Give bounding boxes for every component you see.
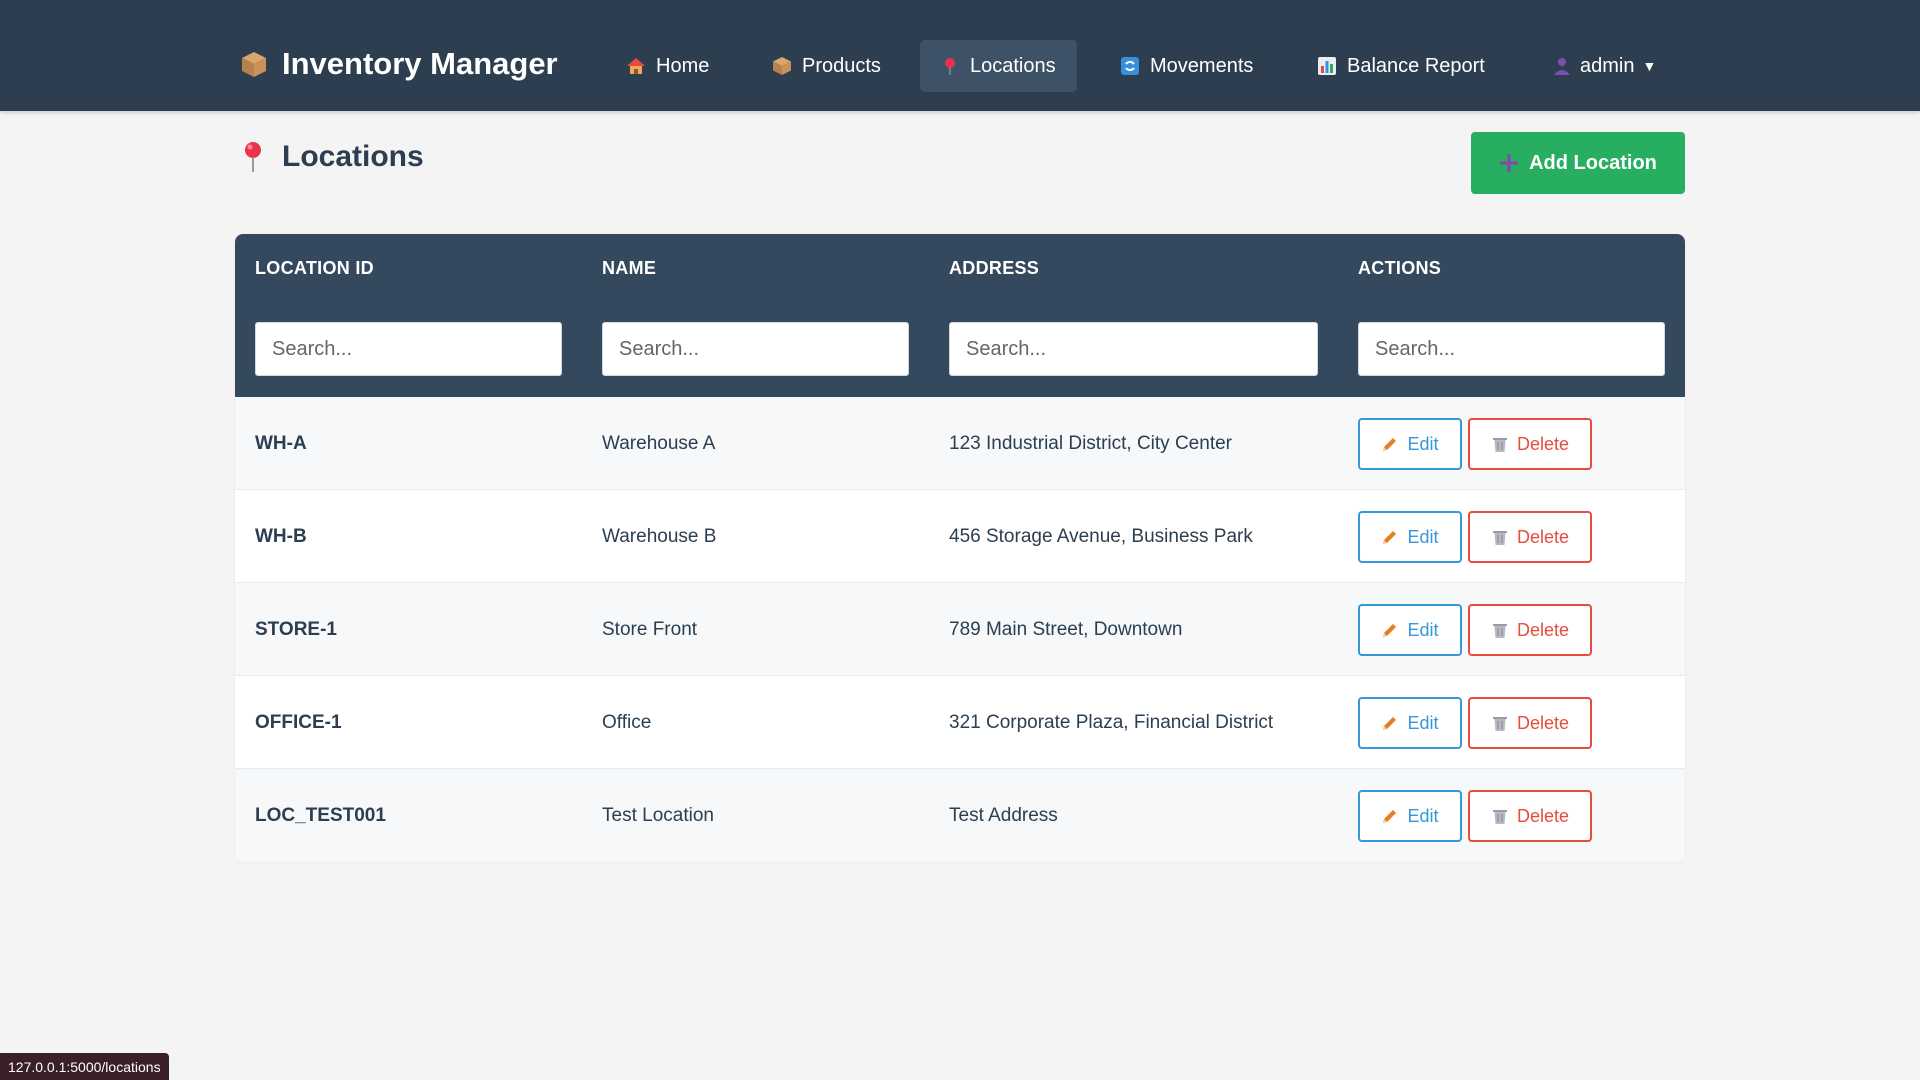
page-header: Locations — [240, 140, 424, 174]
cell-name: Office — [602, 711, 652, 733]
link-status-bar: 127.0.0.1:5000/locations — [0, 1053, 169, 1080]
cell-location-id: WH-A — [255, 432, 307, 454]
pencil-icon — [1383, 531, 1397, 544]
page-title: Locations — [282, 140, 424, 173]
edit-button[interactable]: Edit — [1358, 511, 1462, 563]
brand[interactable]: Inventory Manager — [240, 46, 558, 82]
pencil-icon — [1383, 717, 1397, 730]
search-input-address[interactable] — [949, 322, 1318, 376]
plus-icon — [1500, 154, 1519, 172]
delete-label: Delete — [1516, 526, 1570, 547]
search-input-name[interactable] — [602, 322, 909, 376]
cell-name: Test Location — [602, 804, 714, 826]
cell-name: Warehouse B — [602, 525, 717, 547]
column-header-address[interactable]: ADDRESS — [949, 258, 1039, 279]
table-header: LOCATION ID NAME ADDRESS ACTIONS — [235, 234, 1685, 397]
trash-icon — [1492, 438, 1507, 452]
search-input-actions[interactable] — [1358, 322, 1665, 376]
pencil-icon — [1383, 624, 1397, 637]
nav-item-products[interactable]: Products — [752, 40, 901, 92]
cell-name: Warehouse A — [602, 432, 716, 454]
locations-table: LOCATION ID NAME ADDRESS ACTIONS WH-A Wa… — [235, 234, 1685, 862]
column-header-name[interactable]: NAME — [602, 258, 656, 279]
table-row: STORE-1 Store Front 789 Main Street, Dow… — [235, 583, 1685, 676]
trash-icon — [1492, 810, 1507, 824]
delete-button[interactable]: Delete — [1468, 511, 1592, 563]
delete-button[interactable]: Delete — [1468, 418, 1592, 470]
cell-address: 123 Industrial District, City Center — [949, 432, 1232, 454]
edit-button[interactable]: Edit — [1358, 790, 1462, 842]
edit-label: Edit — [1407, 619, 1439, 640]
user-icon — [1554, 58, 1570, 75]
cell-location-id: OFFICE-1 — [255, 711, 342, 733]
edit-button[interactable]: Edit — [1358, 697, 1462, 749]
edit-label: Edit — [1407, 805, 1439, 826]
table-row: WH-A Warehouse A 123 Industrial District… — [235, 397, 1685, 490]
cell-name: Store Front — [602, 618, 698, 640]
top-navbar: Inventory Manager Home Products Location… — [0, 0, 1920, 111]
nav-item-movements[interactable]: Movements — [1100, 40, 1273, 92]
refresh-icon — [1121, 57, 1139, 75]
column-header-location-id[interactable]: LOCATION ID — [255, 258, 374, 279]
search-input-location-id[interactable] — [255, 322, 562, 376]
trash-icon — [1492, 531, 1507, 545]
nav-label-balance-report: Balance Report — [1347, 54, 1485, 77]
user-name: admin — [1580, 54, 1635, 77]
cell-location-id: STORE-1 — [255, 618, 338, 640]
delete-button[interactable]: Delete — [1468, 697, 1592, 749]
pencil-icon — [1383, 810, 1397, 823]
cell-address: Test Address — [949, 804, 1058, 826]
edit-label: Edit — [1407, 526, 1439, 547]
nav-item-home[interactable]: Home — [606, 40, 729, 92]
cell-location-id: WH-B — [255, 525, 307, 547]
brand-title: Inventory Manager — [282, 46, 558, 81]
chevron-down-icon: ▼ — [1642, 58, 1657, 74]
table-row: OFFICE-1 Office 321 Corporate Plaza, Fin… — [235, 676, 1685, 769]
house-icon — [627, 58, 645, 74]
trash-icon — [1492, 624, 1507, 638]
table-row: WH-B Warehouse B 456 Storage Avenue, Bus… — [235, 490, 1685, 583]
trash-icon — [1492, 717, 1507, 731]
delete-label: Delete — [1516, 805, 1570, 826]
cell-address: 321 Corporate Plaza, Financial District — [949, 711, 1274, 733]
nav-item-balance-report[interactable]: Balance Report — [1297, 40, 1505, 92]
user-menu[interactable]: admin ▼ — [1552, 40, 1656, 92]
delete-label: Delete — [1516, 712, 1570, 733]
delete-button[interactable]: Delete — [1468, 604, 1592, 656]
delete-label: Delete — [1516, 619, 1570, 640]
box-icon — [242, 52, 266, 77]
nav-label-movements: Movements — [1150, 54, 1254, 77]
pushpin-icon — [945, 58, 955, 75]
bar-chart-icon — [1318, 57, 1336, 75]
nav-label-home: Home — [656, 54, 710, 77]
table-row: LOC_TEST001 Test Location Test Address E… — [235, 769, 1685, 862]
table-body: WH-A Warehouse A 123 Industrial District… — [235, 397, 1685, 862]
delete-button[interactable]: Delete — [1468, 790, 1592, 842]
edit-label: Edit — [1407, 712, 1439, 733]
box-icon — [773, 57, 791, 75]
edit-button[interactable]: Edit — [1358, 604, 1462, 656]
delete-label: Delete — [1516, 433, 1570, 454]
cell-address: 789 Main Street, Downtown — [949, 618, 1183, 640]
add-location-label: Add Location — [1529, 151, 1657, 174]
cell-address: 456 Storage Avenue, Business Park — [949, 525, 1253, 547]
column-header-actions: ACTIONS — [1358, 258, 1442, 278]
nav-label-products: Products — [802, 54, 881, 77]
edit-button[interactable]: Edit — [1358, 418, 1462, 470]
pencil-icon — [1383, 438, 1397, 451]
nav-label-locations: Locations — [970, 54, 1056, 77]
pushpin-icon — [245, 142, 261, 172]
nav-item-locations[interactable]: Locations — [920, 40, 1077, 92]
cell-location-id: LOC_TEST001 — [255, 804, 386, 826]
add-location-button[interactable]: Add Location — [1471, 132, 1685, 194]
edit-label: Edit — [1407, 433, 1439, 454]
